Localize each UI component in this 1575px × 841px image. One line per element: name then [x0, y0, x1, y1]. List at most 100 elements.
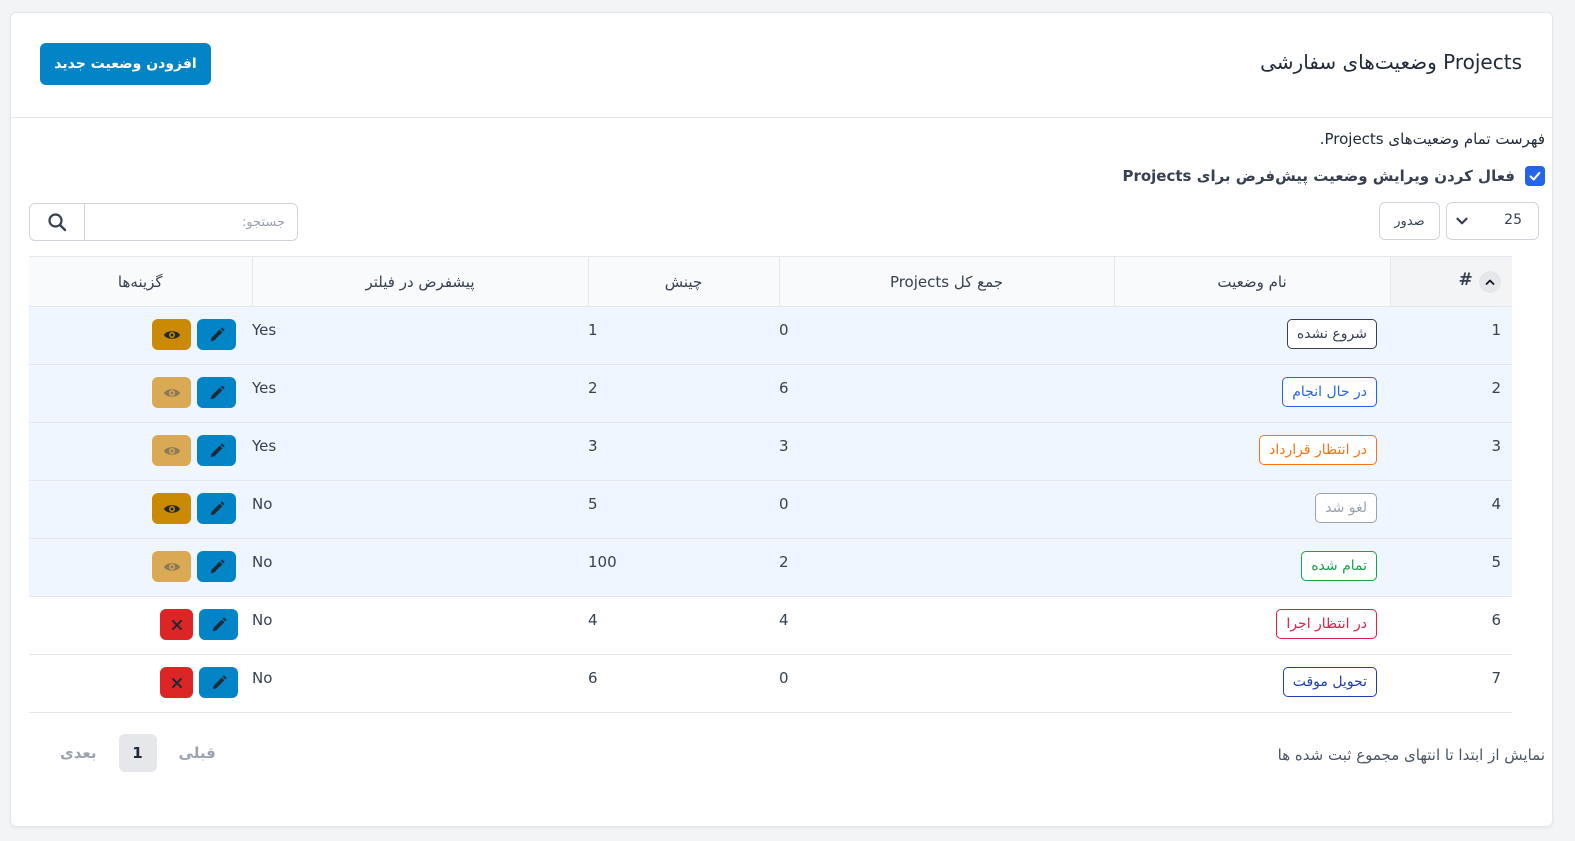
row-actions	[29, 435, 252, 466]
row-number: 6	[1491, 611, 1501, 629]
table-row: 4 لغو شد 0 5 No	[29, 480, 1512, 539]
status-badge: در حال انجام	[1282, 377, 1377, 407]
default-edit-toggle[interactable]: فعال کردن ویرایش وضعیت پیش‌فرض برای Proj…	[1122, 166, 1545, 186]
pencil-icon	[210, 558, 225, 573]
search-icon	[48, 213, 67, 232]
row-number: 4	[1491, 495, 1501, 513]
page-size-value: 25	[1504, 212, 1522, 228]
row-number: 3	[1491, 437, 1501, 455]
row-actions	[29, 493, 252, 524]
sort-toggle[interactable]	[1478, 271, 1501, 293]
next-page-button[interactable]: بعدی	[60, 744, 97, 762]
status-badge: شروع نشده	[1286, 319, 1377, 349]
row-number: 2	[1491, 379, 1501, 397]
row-actions	[29, 609, 252, 640]
eye-icon	[163, 504, 180, 513]
table-row: 1 شروع نشده 0 1 Yes	[29, 306, 1512, 365]
status-name-cell: لغو شد	[1114, 481, 1390, 539]
options-cell	[29, 307, 252, 365]
total-projects: 2	[779, 553, 789, 571]
options-cell	[29, 481, 252, 539]
order-value: 6	[588, 669, 598, 687]
list-description: فهرست تمام وضعیت‌های Projects.	[1319, 130, 1545, 148]
header-num[interactable]: #	[1390, 256, 1512, 307]
view-button[interactable]	[152, 551, 191, 582]
default-filter-value: No	[252, 669, 273, 687]
order-value: 4	[588, 611, 598, 629]
total-projects: 0	[779, 495, 789, 513]
export-button[interactable]: صدور	[1379, 202, 1440, 240]
status-name-cell: تمام شده	[1114, 539, 1390, 597]
view-button[interactable]	[152, 493, 191, 524]
header-default-filter[interactable]: پیشفرض در فیلتر	[252, 256, 589, 307]
table-row: 7 تحویل موقت 0 6 No	[29, 655, 1512, 713]
edit-button[interactable]	[197, 319, 236, 350]
row-number: 5	[1491, 553, 1501, 571]
table-header-row: # نام وضعیت جمع کل Projects چینش پیشفرض …	[29, 256, 1512, 307]
status-badge: تحویل موقت	[1282, 667, 1377, 697]
header-name[interactable]: نام وضعیت	[1114, 256, 1391, 307]
prev-page-button[interactable]: قبلی	[179, 744, 216, 762]
status-badge: در انتظار اجرا	[1276, 609, 1377, 639]
status-name-cell: در حال انجام	[1114, 365, 1390, 423]
edit-button[interactable]	[199, 667, 238, 698]
row-number: 1	[1491, 321, 1501, 339]
options-cell	[29, 539, 252, 597]
table-row: 6 در انتظار اجرا 4 4 No	[29, 597, 1512, 655]
pencil-icon	[210, 500, 225, 515]
edit-button[interactable]	[197, 435, 236, 466]
search-input[interactable]	[85, 204, 297, 240]
eye-icon	[163, 388, 180, 397]
search-box	[29, 203, 298, 241]
page-size-select[interactable]: 25	[1446, 202, 1539, 240]
row-actions	[29, 551, 252, 582]
status-name-cell: در انتظار قرارداد	[1114, 423, 1390, 481]
table-row: 5 تمام شده 2 100 No	[29, 538, 1512, 597]
delete-button[interactable]	[160, 609, 193, 640]
header-order[interactable]: چینش	[588, 256, 780, 307]
chevron-up-icon	[1485, 279, 1494, 285]
table-body: 1 شروع نشده 0 1 Yes 2 در حال انجام 6 2 Y…	[29, 306, 1512, 713]
row-actions	[29, 377, 252, 408]
chevron-down-icon	[1456, 217, 1468, 225]
options-cell	[29, 423, 252, 481]
edit-button[interactable]	[197, 551, 236, 582]
default-edit-checkbox[interactable]	[1525, 166, 1545, 186]
default-filter-value: No	[252, 495, 273, 513]
edit-button[interactable]	[199, 609, 238, 640]
pencil-icon	[212, 616, 227, 631]
default-filter-value: Yes	[252, 321, 277, 339]
edit-button[interactable]	[197, 377, 236, 408]
edit-button[interactable]	[197, 493, 236, 524]
total-projects: 0	[779, 321, 789, 339]
total-projects: 3	[779, 437, 789, 455]
check-icon	[1529, 171, 1541, 181]
row-actions	[29, 319, 252, 350]
pencil-icon	[210, 326, 225, 341]
order-value: 5	[588, 495, 598, 513]
header-total[interactable]: جمع کل Projects	[779, 256, 1115, 307]
total-projects: 6	[779, 379, 789, 397]
view-button[interactable]	[152, 435, 191, 466]
default-edit-label: فعال کردن ویرایش وضعیت پیش‌فرض برای Proj…	[1122, 167, 1515, 185]
default-filter-value: No	[252, 553, 273, 571]
search-button[interactable]	[30, 204, 85, 240]
view-button[interactable]	[152, 319, 191, 350]
status-badge: تمام شده	[1301, 551, 1377, 581]
pencil-icon	[210, 384, 225, 399]
card-header: Projects وضعیت‌های سفارشی افزودن وضعیت ج…	[11, 13, 1552, 118]
eye-icon	[163, 562, 180, 571]
status-badge: لغو شد	[1315, 493, 1377, 523]
status-name-cell: تحویل موقت	[1114, 655, 1390, 713]
page-title: Projects وضعیت‌های سفارشی	[1260, 50, 1522, 74]
header-num-label: #	[1458, 270, 1473, 290]
add-status-button[interactable]: افزودن وضعیت جدید	[40, 43, 211, 85]
view-button[interactable]	[152, 377, 191, 408]
status-name-cell: در انتظار اجرا	[1114, 597, 1390, 655]
total-projects: 0	[779, 669, 789, 687]
pencil-icon	[212, 674, 227, 689]
statuses-table-wrap: # نام وضعیت جمع کل Projects چینش پیشفرض …	[29, 256, 1512, 713]
eye-icon	[163, 330, 180, 339]
current-page-button[interactable]: 1	[118, 734, 157, 772]
delete-button[interactable]	[160, 667, 193, 698]
